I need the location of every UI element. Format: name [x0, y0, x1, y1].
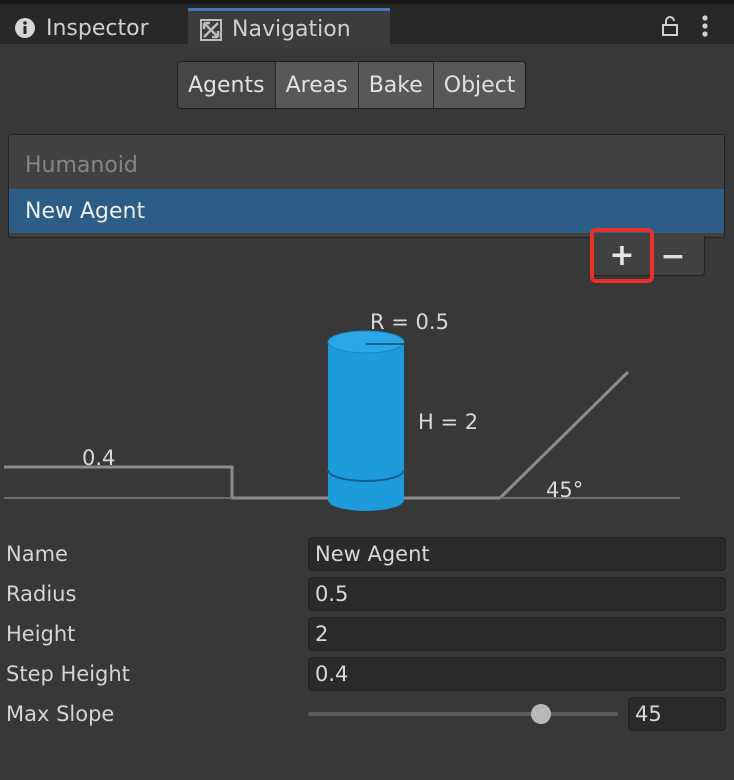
more-icon[interactable] — [700, 14, 710, 42]
tab-inspector-label: Inspector — [46, 15, 149, 41]
agent-list-item-new-agent[interactable]: New Agent — [9, 189, 724, 233]
navigation-icon — [200, 18, 222, 41]
height-field[interactable]: 2 — [308, 617, 726, 651]
agent-list: Humanoid New Agent — [8, 134, 725, 238]
segment-object[interactable]: Object — [433, 62, 526, 108]
step-height-label-field: Step Height — [6, 662, 130, 686]
agent-list-item-humanoid[interactable]: Humanoid — [9, 143, 724, 187]
radius-label-field: Radius — [6, 582, 77, 606]
agent-diagram — [4, 330, 680, 511]
segment-bake[interactable]: Bake — [358, 62, 434, 108]
tab-navigation[interactable]: Navigation — [188, 8, 390, 48]
max-slope-field[interactable]: 45 — [628, 697, 726, 731]
navigation-mode-toolbar: Agents Areas Bake Object — [177, 61, 527, 109]
lock-icon[interactable] — [660, 16, 680, 40]
window-tab-bar: Inspector Navigation — [0, 0, 734, 48]
step-height-field[interactable]: 0.4 — [308, 657, 726, 691]
remove-agent-button[interactable]: − — [660, 236, 686, 276]
radius-field[interactable]: 0.5 — [308, 577, 726, 611]
agent-cylinder — [327, 330, 405, 511]
name-label: Name — [6, 542, 68, 566]
name-field[interactable]: New Agent — [308, 537, 726, 571]
max-slope-label: Max Slope — [6, 702, 115, 726]
height-label-field: Height — [6, 622, 76, 646]
segment-agents[interactable]: Agents — [178, 62, 276, 108]
step-height-label: 0.4 — [82, 446, 116, 470]
info-icon — [14, 17, 36, 39]
max-slope-slider[interactable] — [308, 712, 618, 716]
tab-navigation-label: Navigation — [232, 17, 351, 42]
segment-areas[interactable]: Areas — [275, 62, 359, 108]
tab-inspector[interactable]: Inspector — [8, 8, 186, 48]
add-agent-button[interactable]: + — [590, 228, 654, 283]
slope-label: 45° — [546, 478, 584, 502]
radius-label: R = 0.5 — [370, 310, 449, 334]
max-slope-slider-thumb[interactable] — [530, 704, 551, 724]
ground-profile-line — [4, 370, 630, 500]
height-label: H = 2 — [418, 410, 479, 434]
